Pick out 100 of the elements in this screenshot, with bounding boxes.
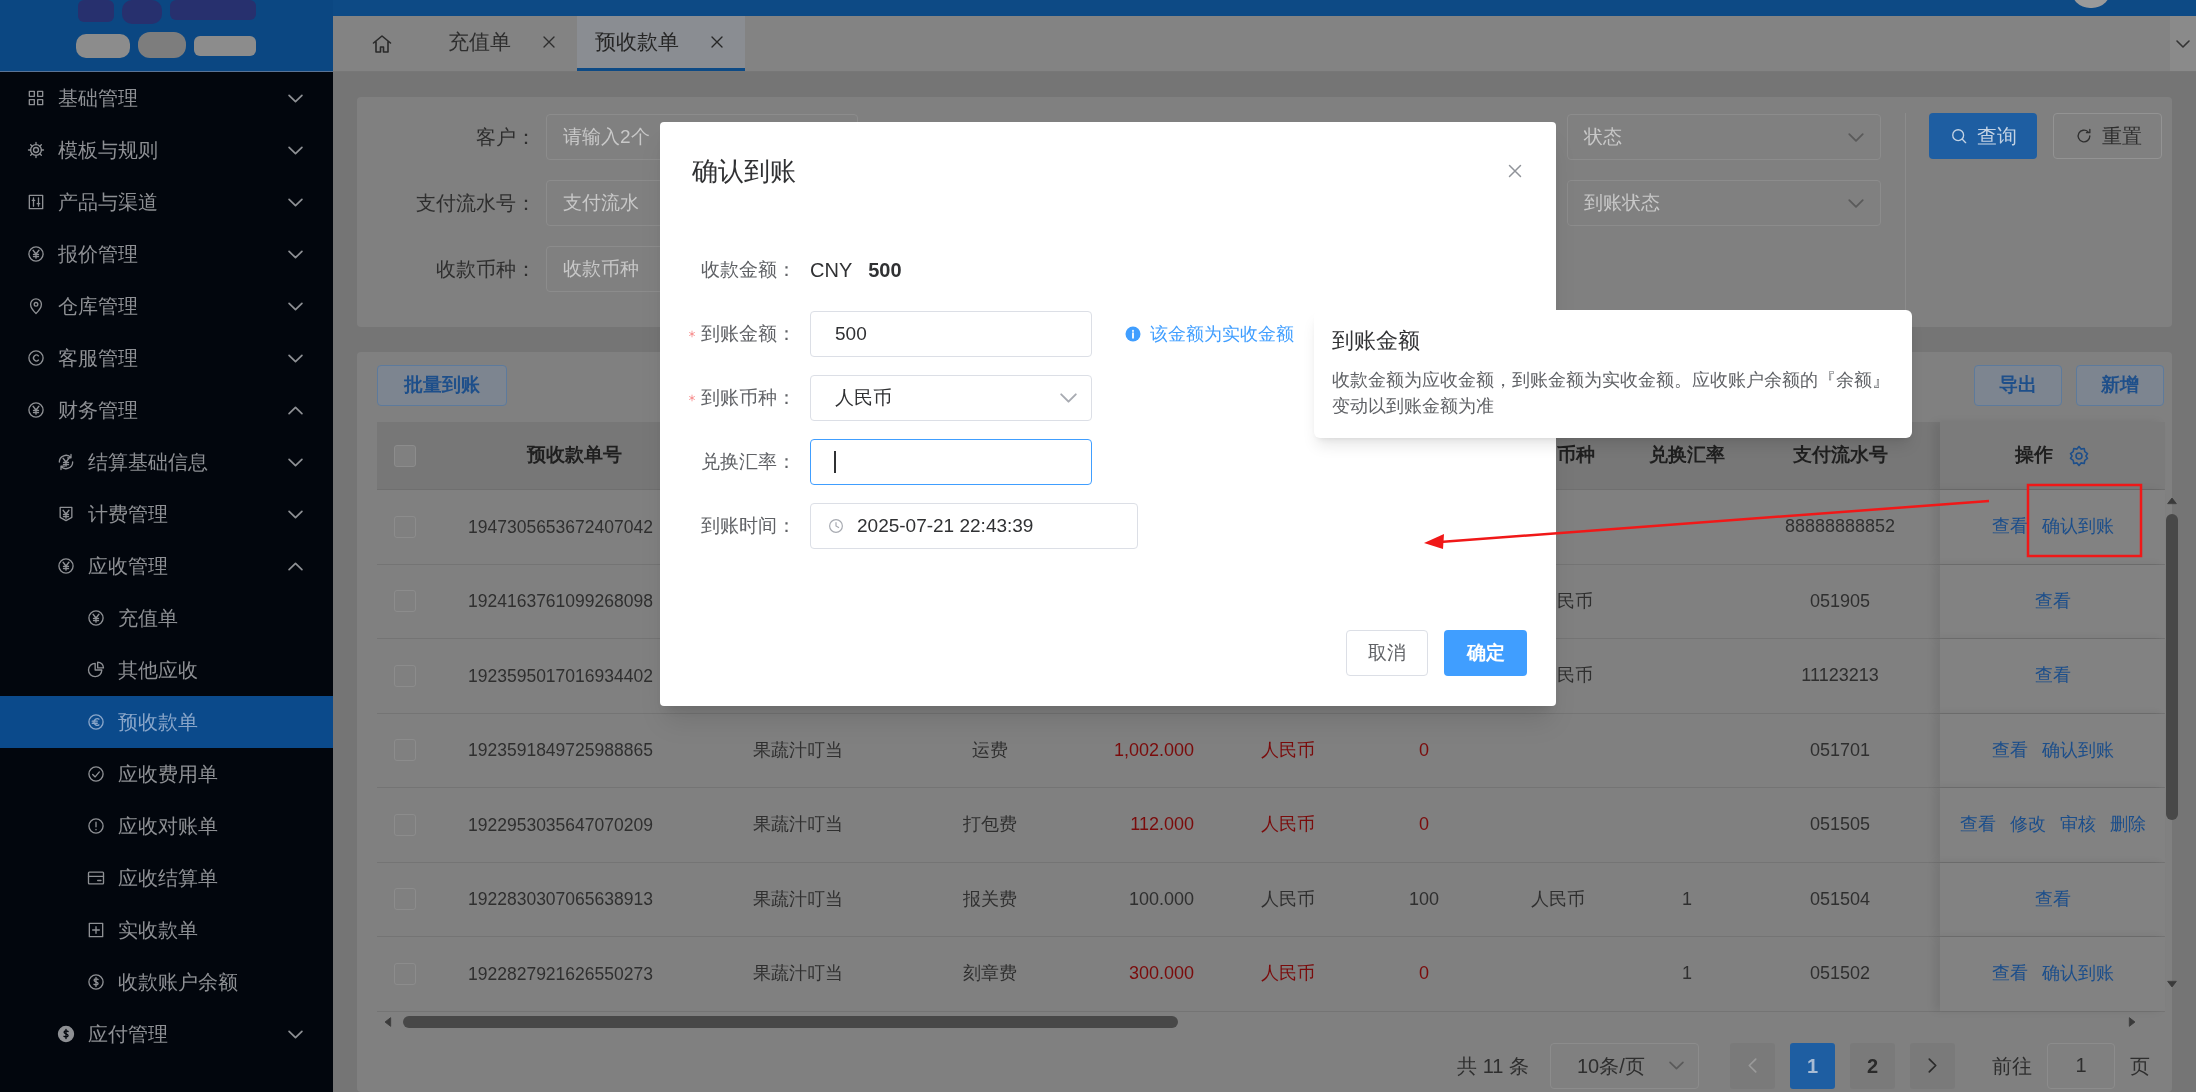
refresh-icon [56,452,76,472]
search-icon [1949,126,1969,146]
menu-item[interactable]: 财务管理 [0,384,333,436]
field-label: 收款币种： [435,257,537,282]
menu-item[interactable]: 仓库管理 [0,280,333,332]
action-link[interactable]: 查看 [1991,736,2028,764]
page-input[interactable]: 1 [2047,1042,2115,1089]
scrollbar-thumb[interactable] [403,1015,1178,1028]
menu-item[interactable]: 基础管理 [0,72,333,124]
table-cell-text: 100.000 [1128,887,1194,911]
menu-item[interactable]: 模板与规则 [0,124,333,176]
table-cell-text: 0 [1419,813,1429,837]
action-link[interactable]: 查看 [2034,885,2071,913]
toolbar-button[interactable]: 新增 [2076,365,2164,406]
grid-icon [26,88,46,108]
table-cell-text: 0 [1419,962,1429,986]
yen-icon [26,400,46,420]
table-cell-text: 1923591849725988865 [468,739,653,763]
info-icon [1124,325,1142,343]
table-cell-text: 051905 [1809,589,1871,613]
action-link[interactable]: 确认到账 [2041,960,2114,988]
table-cell-text: 11123213 [1801,664,1879,688]
chevron-down-icon [1669,1061,1684,1070]
menu-item[interactable]: 应收结算单 [0,852,333,904]
page-unit-label: 页 [2130,1053,2150,1079]
plus-square-icon [86,920,106,940]
table-cell-text: 051701 [1809,738,1871,762]
input-field[interactable]: 500 [810,311,1092,357]
action-link[interactable]: 删除 [2109,811,2146,839]
amount-currency: CNY [810,258,853,283]
input-field[interactable] [810,439,1092,485]
table-cell-text: 人民币 [1261,813,1315,837]
field-label: 收款金额： [701,257,796,282]
action-link[interactable]: 审核 [2059,811,2096,839]
action-link[interactable]: 确认到账 [2041,513,2114,541]
action-link[interactable]: 查看 [2034,662,2071,690]
field-label: 兑换汇率： [701,449,796,474]
toolbar-button[interactable]: 导出 [1974,365,2062,406]
select-field[interactable]: 到账状态 [1567,180,1881,226]
scrollbar-thumb[interactable] [2166,514,2178,820]
action-link[interactable]: 查看 [1991,513,2028,541]
action-link[interactable]: 查看 [1959,811,1996,839]
date-field[interactable]: 2025-07-21 22:43:39 [810,503,1138,549]
menu-item[interactable]: 产品与渠道 [0,176,333,228]
confirm-button[interactable]: 确定 [1444,630,1527,676]
page-button[interactable]: 1 [1790,1042,1835,1089]
table-cell-text: 果蔬汁叮当 [752,813,843,837]
page-button[interactable]: 2 [1850,1042,1895,1089]
toolbar-button[interactable]: 批量到账 [377,365,507,406]
tab-menu-button[interactable] [2170,16,2196,71]
select-field[interactable]: 状态 [1567,114,1881,160]
menu-item[interactable]: 客服管理 [0,332,333,384]
menu-item[interactable]: 预收款单 [0,696,333,748]
table-cell-text: 1 [1682,962,1692,986]
table-cell-text: 0 [1419,738,1429,762]
menu-item[interactable]: 其他应收 [0,644,333,696]
field-label: 到账金额： [701,321,796,346]
total-count: 共 11 条 [1457,1053,1529,1079]
menu-item[interactable]: 应收对账单 [0,800,333,852]
page-size-select[interactable]: 10条/页 [1550,1042,1699,1089]
menu-item[interactable]: 应收费用单 [0,748,333,800]
sliders-icon [26,192,46,212]
yen-icon [86,608,106,628]
table-cell-text: 112.000 [1130,813,1194,837]
field-label: 到账币种： [701,385,796,410]
cancel-button[interactable]: 取消 [1346,630,1428,676]
tab[interactable]: 预收款单 [577,16,745,71]
field-label: 到账时间： [701,513,796,538]
action-link[interactable]: 确认到账 [2041,736,2114,764]
table-cell-text: 1922830307065638913 [468,888,653,912]
clock-icon [827,517,845,535]
reset-button[interactable]: 重置 [2053,113,2162,159]
menu-item[interactable]: 应收管理 [0,540,333,592]
action-link[interactable]: 查看 [1991,960,2028,988]
menu-item[interactable]: 报价管理 [0,228,333,280]
menu-item[interactable]: 结算基础信息 [0,436,333,488]
menu-item[interactable]: 收款账户余额 [0,956,333,1008]
menu-item[interactable]: 计费管理 [0,488,333,540]
chevron-down-icon [1848,132,1864,142]
next-page-button[interactable] [1910,1042,1955,1089]
alert-circle-icon [86,816,106,836]
table-cell-text: 报关费 [963,887,1017,911]
table-cell-text: 1922827921626550273 [468,962,653,986]
action-link[interactable]: 修改 [2009,811,2046,839]
action-link[interactable]: 查看 [2034,587,2071,615]
yen-icon [56,556,76,576]
table-cell-text: 民币 [1557,589,1593,613]
copyright-icon [26,348,46,368]
chevron-right-icon [1928,1058,1937,1073]
table-cell-text: 人民币 [1261,887,1315,911]
menu-item[interactable]: 实收款单 [0,904,333,956]
check-circle-icon [86,764,106,784]
search-button[interactable]: 查询 [1929,113,2037,159]
previous-page-button[interactable] [1730,1042,1775,1089]
pie-chart-icon [86,660,106,680]
menu-item[interactable]: 应付管理 [0,1008,333,1060]
menu-item[interactable]: 充值单 [0,592,333,644]
select-field[interactable]: 人民币 [810,375,1092,421]
goto-label: 前往 [1992,1053,2032,1079]
tab[interactable]: 充值单 [430,16,577,71]
